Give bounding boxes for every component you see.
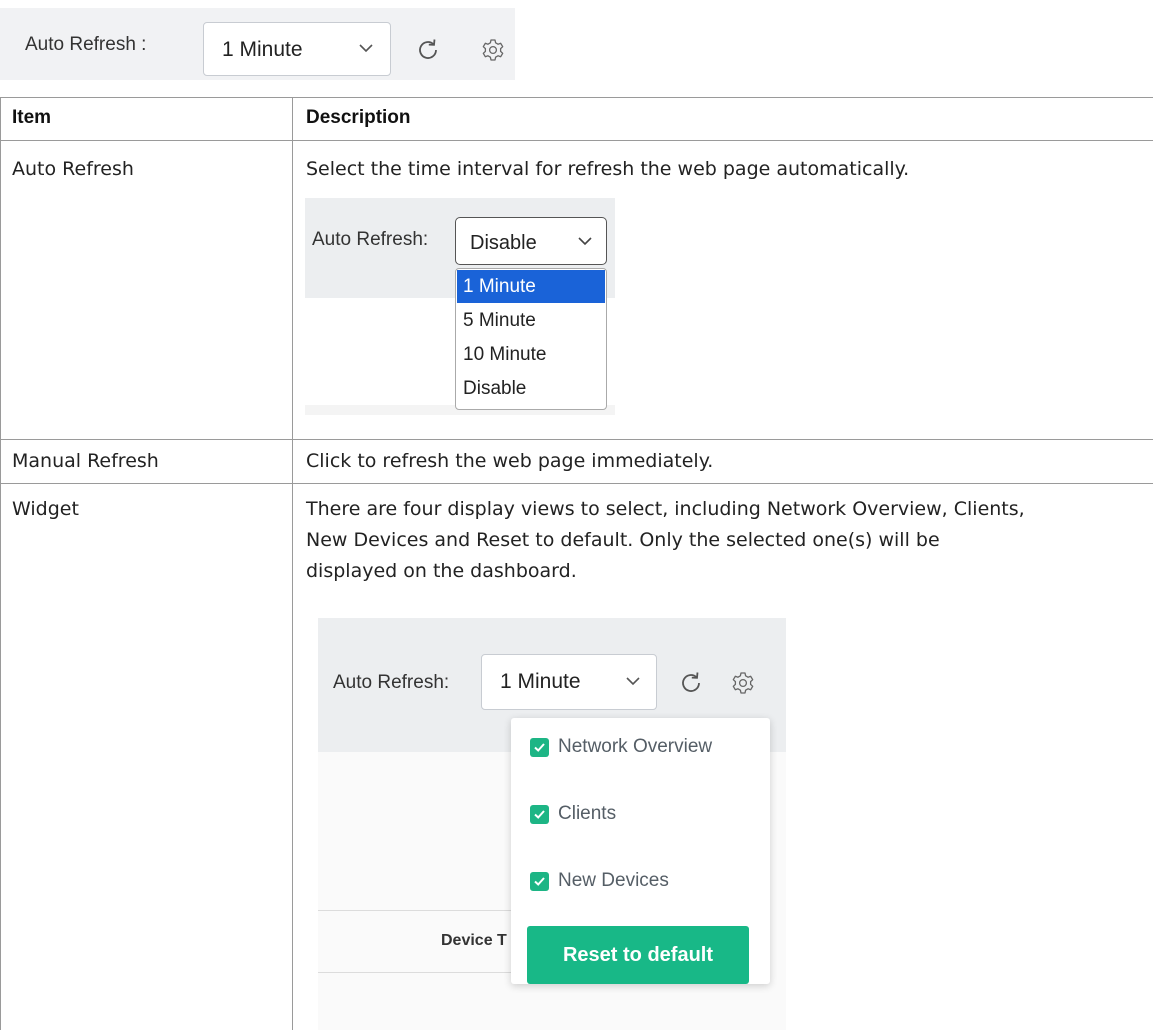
- row-desc-widget-line1: There are four display views to select, …: [306, 498, 1025, 520]
- widget-option-network-overview[interactable]: Network Overview: [530, 735, 712, 759]
- auto-refresh-select[interactable]: 1 Minute: [203, 22, 391, 76]
- option-1-minute[interactable]: 1 Minute: [457, 270, 605, 303]
- widget-option-label: Clients: [558, 803, 617, 824]
- figure-auto-refresh-label: Auto Refresh:: [312, 229, 429, 250]
- gear-icon[interactable]: [481, 38, 505, 62]
- divider: [318, 910, 518, 911]
- chevron-down-icon: [578, 237, 592, 246]
- widget-auto-refresh-select[interactable]: 1 Minute: [481, 654, 657, 710]
- checkbox-checked-icon[interactable]: [530, 737, 549, 757]
- auto-refresh-value: 1 Minute: [222, 38, 303, 61]
- column-header-device-type: Device T: [441, 932, 507, 949]
- row-desc-widget-line3: displayed on the dashboard.: [306, 560, 577, 582]
- header-description: Description: [306, 107, 411, 128]
- checkbox-checked-icon[interactable]: [530, 871, 549, 891]
- reset-to-default-button[interactable]: Reset to default: [527, 926, 749, 984]
- auto-refresh-options-list: 1 Minute 5 Minute 10 Minute Disable: [455, 268, 607, 410]
- chevron-down-icon: [359, 44, 373, 53]
- widget-option-label: Network Overview: [558, 736, 713, 757]
- widget-option-clients[interactable]: Clients: [530, 802, 616, 826]
- widget-option-new-devices[interactable]: New Devices: [530, 869, 669, 893]
- auto-refresh-label: Auto Refresh :: [25, 34, 147, 55]
- option-5-minute[interactable]: 5 Minute: [457, 304, 605, 337]
- widget-option-label: New Devices: [558, 870, 669, 891]
- row-desc-auto-refresh: Select the time interval for refresh the…: [306, 158, 910, 180]
- option-10-minute[interactable]: 10 Minute: [457, 338, 605, 371]
- row-desc-manual-refresh: Click to refresh the web page immediatel…: [306, 450, 714, 472]
- refresh-icon[interactable]: [415, 37, 441, 63]
- chevron-down-icon: [626, 677, 640, 686]
- row-item-manual-refresh: Manual Refresh: [12, 450, 159, 472]
- row-item-widget: Widget: [12, 498, 79, 520]
- gear-icon[interactable]: [731, 671, 755, 695]
- row-desc-widget-line2: New Devices and Reset to default. Only t…: [306, 529, 940, 551]
- row-item-auto-refresh: Auto Refresh: [12, 158, 134, 180]
- widget-menu: Network Overview Clients New Devices Res…: [511, 718, 770, 984]
- header-item: Item: [12, 107, 52, 128]
- widget-auto-refresh-value: 1 Minute: [500, 670, 581, 693]
- figure-auto-refresh-select[interactable]: Disable: [455, 217, 607, 265]
- divider: [318, 972, 518, 973]
- checkbox-checked-icon[interactable]: [530, 804, 549, 824]
- figure-auto-refresh-value: Disable: [470, 232, 537, 254]
- widget-auto-refresh-label: Auto Refresh:: [333, 672, 450, 693]
- option-disable[interactable]: Disable: [457, 372, 605, 405]
- refresh-icon[interactable]: [678, 670, 704, 696]
